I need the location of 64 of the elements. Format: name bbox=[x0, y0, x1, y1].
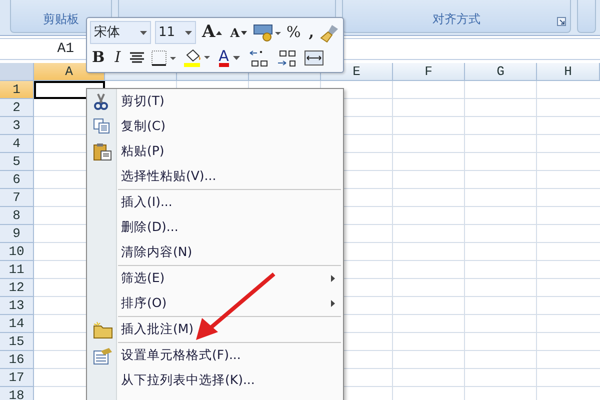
group-label: 对齐方式 bbox=[432, 11, 480, 28]
brush-icon[interactable] bbox=[320, 22, 340, 42]
row-header[interactable]: 13 bbox=[0, 297, 34, 315]
menu-item[interactable]: 排序(O) bbox=[87, 291, 343, 316]
caret-icon bbox=[232, 56, 240, 60]
clipboard-icon bbox=[93, 143, 113, 161]
grow-font-button[interactable]: A bbox=[200, 22, 224, 44]
menu-item[interactable]: 插入(I)... bbox=[87, 190, 343, 215]
row-header[interactable]: 9 bbox=[0, 225, 34, 243]
row-header[interactable]: 11 bbox=[0, 261, 34, 279]
row-header[interactable]: 10 bbox=[0, 243, 34, 261]
font-dropdown[interactable]: 宋体 bbox=[90, 21, 150, 44]
row-header[interactable]: 18 bbox=[0, 387, 34, 400]
row-header[interactable]: 14 bbox=[0, 315, 34, 333]
menu-item[interactable]: 复制(C) bbox=[87, 114, 343, 139]
size-dropdown[interactable]: 11 bbox=[154, 21, 196, 44]
menu-item[interactable]: 选择性粘贴(V)... bbox=[87, 164, 343, 189]
menu-item[interactable]: 设置单元格格式(F)... bbox=[87, 343, 343, 368]
row-header[interactable]: 8 bbox=[0, 207, 34, 225]
border-icon[interactable] bbox=[150, 50, 177, 66]
menu-item[interactable]: 插入批注(M) bbox=[87, 317, 343, 342]
menu-item[interactable]: 剪切(T) bbox=[87, 89, 343, 114]
row-header[interactable]: 4 bbox=[0, 135, 34, 153]
decrease-decimal-icon[interactable] bbox=[276, 48, 298, 66]
merge-center-icon[interactable] bbox=[304, 50, 324, 66]
row-header[interactable]: 16 bbox=[0, 351, 34, 369]
menu-item[interactable]: 筛选(E) bbox=[87, 266, 343, 291]
italic-button[interactable]: I bbox=[112, 46, 123, 68]
menu-item[interactable]: 粘贴(P) bbox=[87, 139, 343, 164]
submenu-arrow-icon bbox=[331, 300, 335, 307]
down-arrow-icon bbox=[240, 30, 246, 36]
currency-icon[interactable] bbox=[252, 24, 280, 42]
comma-button[interactable]: , bbox=[306, 22, 316, 44]
submenu-arrow-icon bbox=[331, 275, 335, 282]
dialog-launcher-icon[interactable] bbox=[556, 17, 566, 26]
row-header[interactable]: 1 bbox=[0, 81, 34, 99]
caret-icon bbox=[140, 30, 146, 34]
row-header[interactable]: 2 bbox=[0, 99, 34, 117]
column-header[interactable]: F bbox=[393, 63, 465, 81]
scissors-icon bbox=[93, 93, 109, 111]
group-label: 剪贴板 bbox=[42, 11, 79, 28]
font-color-button[interactable]: A bbox=[216, 46, 242, 68]
shrink-font-button[interactable]: A bbox=[228, 22, 248, 44]
percent-button[interactable]: % bbox=[284, 22, 303, 44]
copy-icon bbox=[93, 118, 111, 134]
up-arrow-icon bbox=[216, 30, 222, 36]
column-header[interactable]: H bbox=[537, 63, 600, 81]
format-cells-icon bbox=[93, 347, 113, 365]
increase-decimal-icon[interactable] bbox=[248, 48, 270, 66]
row-header[interactable]: 7 bbox=[0, 189, 34, 207]
column-header[interactable]: G bbox=[465, 63, 537, 81]
folder-icon bbox=[93, 321, 113, 339]
caret-icon bbox=[184, 30, 192, 34]
row-header[interactable]: 12 bbox=[0, 279, 34, 297]
row-header[interactable]: 3 bbox=[0, 117, 34, 135]
row-header[interactable]: 5 bbox=[0, 153, 34, 171]
menu-item[interactable]: 从下拉列表中选择(K)... bbox=[87, 368, 343, 393]
menu-item[interactable]: 清除内容(N) bbox=[87, 240, 343, 265]
menu-item[interactable]: 删除(D)... bbox=[87, 215, 343, 240]
row-header[interactable]: 6 bbox=[0, 171, 34, 189]
fill-color-icon[interactable] bbox=[182, 48, 211, 66]
row-header[interactable]: 15 bbox=[0, 333, 34, 351]
row-header[interactable]: 17 bbox=[0, 369, 34, 387]
align-center-icon[interactable] bbox=[128, 50, 145, 64]
